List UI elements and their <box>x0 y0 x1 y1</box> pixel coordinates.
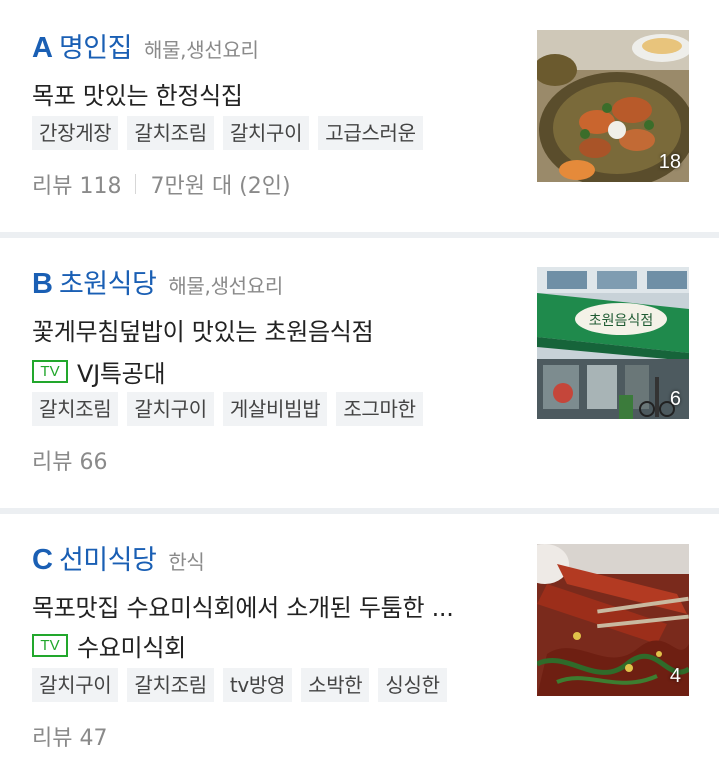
tag-chip[interactable]: 갈치구이 <box>32 668 119 702</box>
tag-chip[interactable]: 간장게장 <box>32 116 119 150</box>
storefront-photo-icon: 초원음식점 <box>537 267 689 419</box>
restaurant-category: 해물,생선요리 <box>143 38 259 62</box>
tag-list: 갈치구이 갈치조림 tv방영 소박한 싱싱한 <box>32 668 447 702</box>
tag-chip[interactable]: 고급스러운 <box>318 116 423 150</box>
tag-chip[interactable]: 갈치구이 <box>222 116 310 150</box>
store-sign-text: 초원음식점 <box>589 313 653 329</box>
restaurant-card-c[interactable]: C 선미식당 한식 목포맛집 수요미식회에서 소개된 두툼한 ... TV 수요… <box>0 514 719 771</box>
tag-chip[interactable]: 갈치구이 <box>127 392 214 426</box>
restaurant-description: 목포 맛있는 한정식집 <box>32 82 243 110</box>
title-row: B 초원식당 해물,생선요리 <box>32 262 283 301</box>
review-count[interactable]: 리뷰 66 <box>32 444 107 476</box>
marker-letter: C <box>32 544 53 576</box>
restaurant-name-link[interactable]: 초원식당 <box>59 262 157 301</box>
restaurant-category: 한식 <box>168 550 205 574</box>
tag-chip[interactable]: 게살비빔밥 <box>222 392 328 426</box>
tag-chip[interactable]: 조그마한 <box>336 392 423 426</box>
tag-chip[interactable]: 소박한 <box>301 668 370 702</box>
thumbnail-image[interactable]: 4 <box>537 544 689 696</box>
restaurant-category: 해물,생선요리 <box>168 274 283 298</box>
tv-badge-icon: TV <box>32 360 68 383</box>
tv-program-name: 수요미식회 <box>77 634 186 662</box>
tag-chip[interactable]: 갈치조림 <box>32 392 119 426</box>
tag-list: 갈치조림 갈치구이 게살비빔밥 조그마한 <box>32 392 423 426</box>
price-range: 7만원 대 (2인) <box>150 174 291 199</box>
restaurant-description: 꽃게무침덮밥이 맛있는 초원음식점 <box>32 318 374 346</box>
tag-chip[interactable]: 싱싱한 <box>378 668 447 702</box>
thumbnail-image[interactable]: 18 <box>537 30 689 182</box>
photo-count: 18 <box>658 151 681 173</box>
restaurant-card-b[interactable]: B 초원식당 해물,생선요리 꽃게무침덮밥이 맛있는 초원음식점 TV VJ특공… <box>0 238 719 508</box>
restaurant-name-link[interactable]: 명인집 <box>59 26 133 65</box>
tv-appearance: TV VJ특공대 <box>32 354 166 389</box>
marker-letter: B <box>32 268 53 300</box>
photo-count: 6 <box>669 388 681 410</box>
tag-chip[interactable]: 갈치조림 <box>127 668 214 702</box>
title-row: A 명인집 해물,생선요리 <box>32 26 259 65</box>
tag-chip[interactable]: tv방영 <box>222 668 293 702</box>
restaurant-description: 목포맛집 수요미식회에서 소개된 두툼한 ... <box>32 594 454 622</box>
meta-row: 리뷰 47 <box>32 720 107 752</box>
braised-fish-photo-icon <box>537 544 689 696</box>
restaurant-name-link[interactable]: 선미식당 <box>59 538 157 577</box>
tv-program-name: VJ특공대 <box>77 360 166 388</box>
tag-chip[interactable]: 갈치조림 <box>127 116 214 150</box>
tv-appearance: TV 수요미식회 <box>32 628 186 663</box>
thumbnail-image[interactable]: 초원음식점 6 <box>537 267 689 419</box>
photo-count: 4 <box>669 665 681 687</box>
restaurant-list: A 명인집 해물,생선요리 목포 맛있는 한정식집 간장게장 갈치조림 갈치구이… <box>0 0 719 771</box>
title-row: C 선미식당 한식 <box>32 538 205 577</box>
review-count[interactable]: 리뷰 118 <box>32 168 121 200</box>
restaurant-card-a[interactable]: A 명인집 해물,생선요리 목포 맛있는 한정식집 간장게장 갈치조림 갈치구이… <box>0 0 719 232</box>
tv-badge-icon: TV <box>32 634 68 657</box>
meta-row: 리뷰 118 7만원 대 (2인) <box>32 168 291 200</box>
marker-letter: A <box>32 32 53 64</box>
meta-row: 리뷰 66 <box>32 444 107 476</box>
review-count[interactable]: 리뷰 47 <box>32 720 107 752</box>
tag-list: 간장게장 갈치조림 갈치구이 고급스러운 <box>32 116 423 150</box>
meta-divider <box>135 174 137 194</box>
